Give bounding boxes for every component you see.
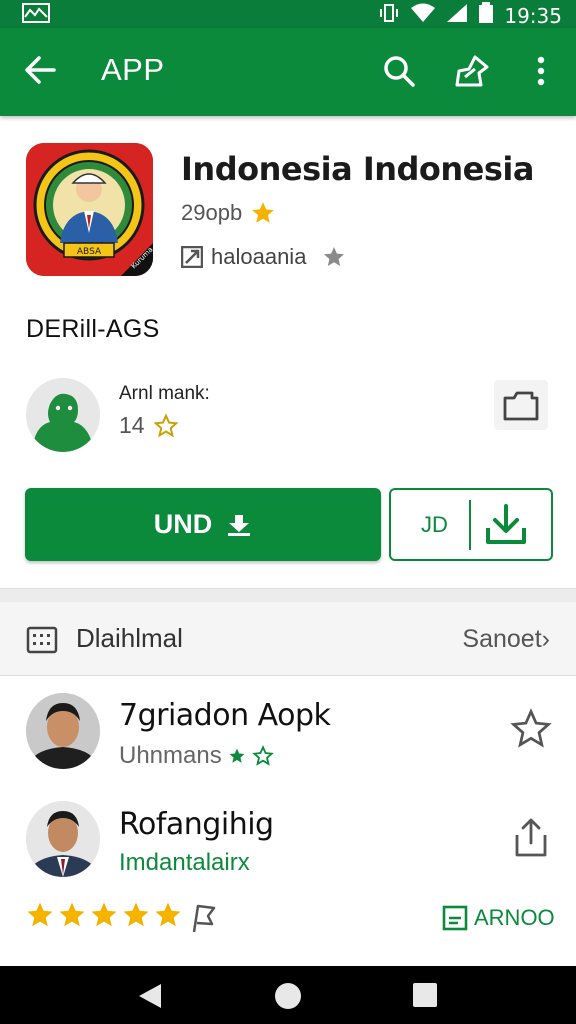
circle-home-icon [275,983,301,1009]
archive-icon [442,905,468,931]
list-item[interactable]: 7griadon Aopk Uhnmans [0,686,576,786]
section-divider [0,588,576,602]
app-rating-text: 29opb [181,200,243,225]
share-button[interactable] [451,50,493,92]
star-outline-icon [510,708,552,748]
download-icon [228,514,251,536]
more-options-button[interactable] [520,50,562,92]
star-icon [155,902,181,927]
list-item[interactable]: Rofangihig Imdantalairx [0,795,576,895]
developer-icon [181,246,203,268]
secondary-download-button[interactable]: JD [389,488,553,561]
arrow-left-icon [25,56,56,84]
secondary-button-label: JD [421,512,448,537]
install-button-label: UND [153,509,213,539]
list-item-title: Rofangihig [119,807,274,842]
square-recents-icon [413,983,437,1007]
section-header: Dlaihlmal Sanoet› [0,602,576,676]
more-vert-icon [537,56,545,86]
avatar [26,693,100,769]
download-tray-icon [483,502,529,553]
archive-label: ARNOO [474,905,555,930]
section-label: DERill-AGS [26,315,160,343]
svg-text:ABSA: ABSA [77,247,102,257]
search-button[interactable] [378,50,420,92]
developer-row[interactable]: haloaania [181,244,346,270]
star-icon [27,902,53,927]
calendar-grid-icon [26,626,58,659]
status-time: 19:35 [504,3,562,28]
author-score: 14 [119,412,179,439]
share-icon [455,55,489,87]
install-button[interactable]: UND [25,488,381,561]
star-icon [59,902,85,927]
home-nav-button[interactable] [273,981,303,1016]
app-rating: 29opb [181,200,276,226]
star-icon [123,902,149,927]
share-item-button[interactable] [506,813,556,863]
developer-name: haloaania [211,244,307,269]
star-outline-icon [251,745,274,766]
app-icon[interactable]: ABSA Kuruma [26,143,153,276]
triangle-back-icon [139,984,161,1008]
notification-icon [22,3,50,28]
star-icon [324,247,345,266]
see-more-link[interactable]: Sanoet› [462,625,550,654]
list-item-subtitle: Imdantalairx [119,849,250,876]
flag-icon [192,904,216,933]
star-icon [91,902,117,927]
author-score-value: 14 [119,412,145,438]
app-bar: APP [0,28,576,116]
archive-button[interactable]: ARNOO [442,905,555,931]
vibrate-icon [378,2,400,29]
list-item-title: 7griadon Aopk [119,698,331,733]
back-nav-button[interactable] [137,982,163,1015]
author-name: Arnl mank: [119,383,210,404]
search-icon [384,56,415,87]
back-button[interactable] [22,52,62,92]
rating-stars[interactable] [25,900,183,930]
navigation-bar [0,966,576,1024]
avatar [26,801,100,877]
report-flag-button[interactable] [188,902,218,939]
avatar[interactable] [26,378,100,452]
recents-nav-button[interactable] [412,982,438,1013]
section-header-title: Dlaihlmal [76,623,183,653]
battery-icon [478,2,494,29]
button-divider [469,500,471,550]
list-item-subtitle: Uhnmans [119,742,274,770]
copy-button[interactable] [494,380,548,430]
signal-icon [446,3,468,28]
favorite-button[interactable] [506,704,556,754]
star-icon [252,202,275,223]
wifi-icon [410,3,436,28]
app-name: Indonesia Indonesia [181,150,534,188]
upload-share-icon [515,818,547,857]
app-bar-title: APP [101,52,165,87]
star-icon [229,748,245,763]
status-bar: 19:35 [0,0,576,28]
star-outline-icon [152,412,179,437]
copy-icon [503,391,539,421]
